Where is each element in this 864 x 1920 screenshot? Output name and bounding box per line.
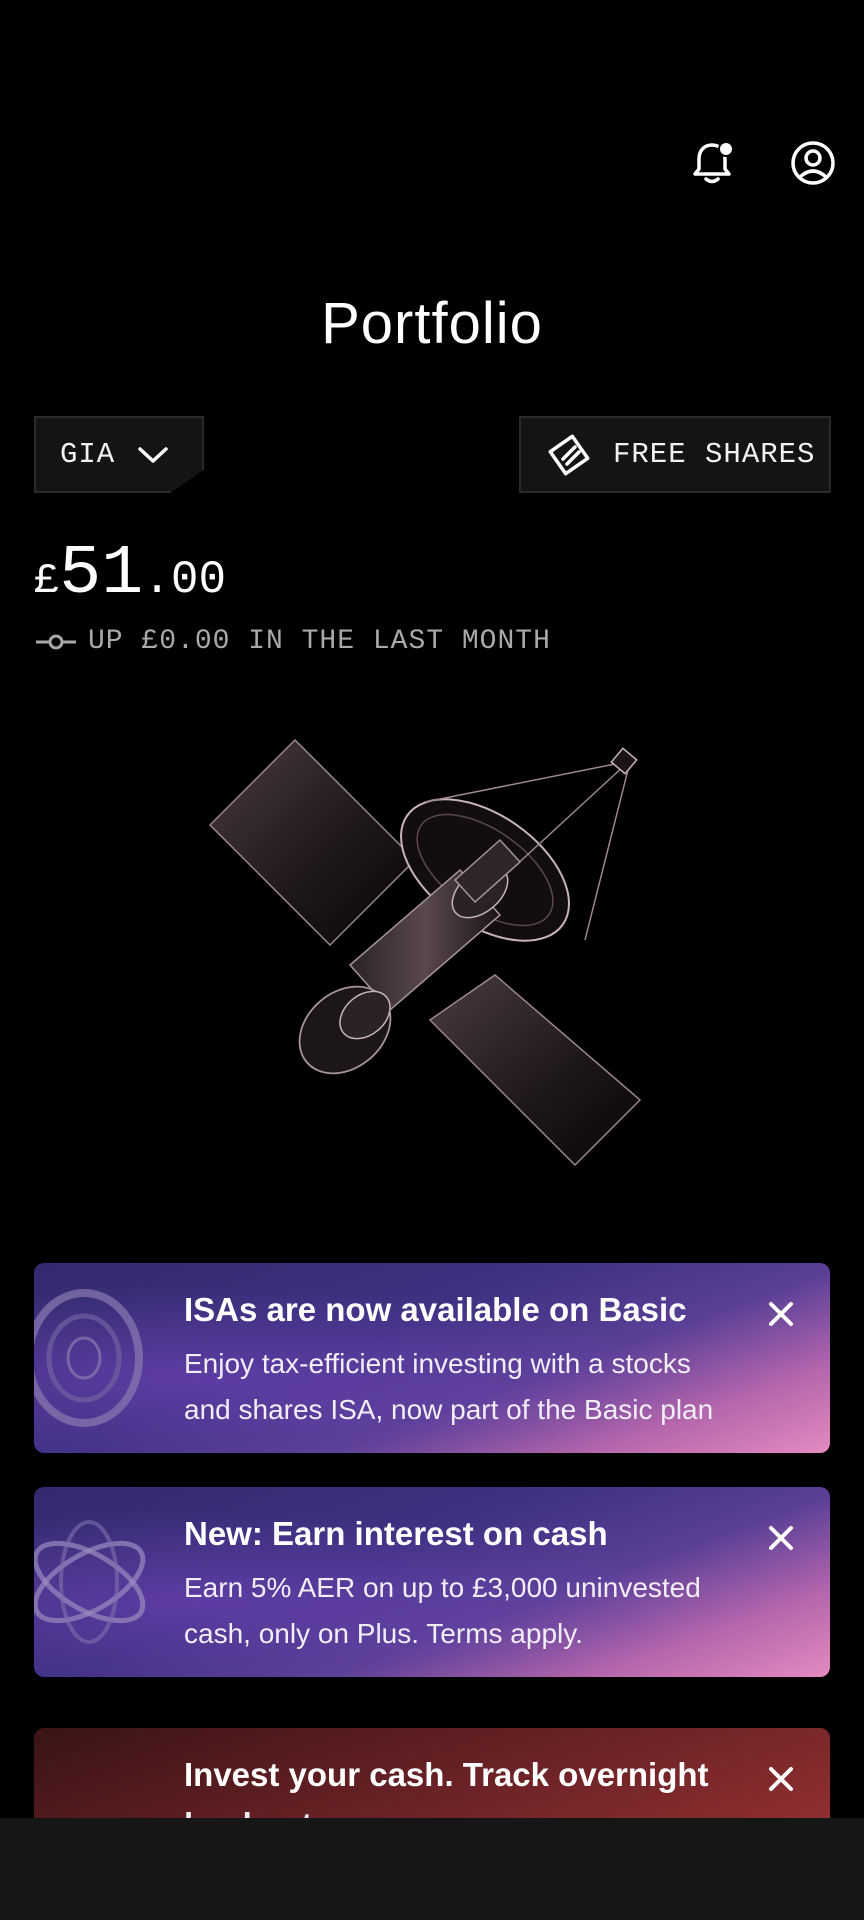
- orbit-illustration: [34, 1507, 154, 1657]
- bell-icon[interactable]: [688, 139, 736, 187]
- promo-title: Invest your cash. Track overnight: [184, 1756, 709, 1793]
- change-text: UP £0.00 IN THE LAST MONTH: [88, 626, 551, 657]
- portfolio-balance: £51.00: [34, 535, 226, 614]
- promo-card-isa[interactable]: ISAs are now available on Basic Enjoy ta…: [34, 1263, 830, 1453]
- promo-body: Enjoy tax-efficient investing with a sto…: [184, 1348, 714, 1425]
- profile-icon[interactable]: [789, 139, 837, 187]
- free-shares-label: FREE SHARES: [613, 438, 816, 471]
- promo-title: ISAs are now available on Basic: [184, 1291, 687, 1328]
- close-icon[interactable]: [766, 1299, 796, 1329]
- ticket-icon: [547, 433, 591, 477]
- balance-whole: 51: [59, 535, 144, 614]
- currency-symbol: £: [34, 557, 60, 605]
- promo-card-interest[interactable]: New: Earn interest on cash Earn 5% AER o…: [34, 1487, 830, 1677]
- change-indicator-icon: [34, 632, 78, 652]
- close-icon[interactable]: [766, 1523, 796, 1553]
- page-title: Portfolio: [321, 291, 543, 356]
- balance-decimal: .00: [143, 554, 227, 606]
- coin-illustration: [34, 1283, 154, 1433]
- balance-change: UP £0.00 IN THE LAST MONTH: [34, 626, 551, 657]
- chevron-down-icon: [137, 445, 169, 465]
- bottom-navigation-bar: [0, 1818, 864, 1920]
- satellite-illustration: [200, 730, 660, 1190]
- free-shares-button[interactable]: FREE SHARES: [519, 416, 831, 493]
- promo-title: New: Earn interest on cash: [184, 1515, 608, 1552]
- close-icon[interactable]: [766, 1764, 796, 1794]
- notification-dot: [718, 141, 734, 157]
- promo-body: Earn 5% AER on up to £3,000 uninvested c…: [184, 1572, 701, 1649]
- account-type-label: GIA: [60, 438, 116, 471]
- account-type-dropdown[interactable]: GIA: [34, 416, 204, 493]
